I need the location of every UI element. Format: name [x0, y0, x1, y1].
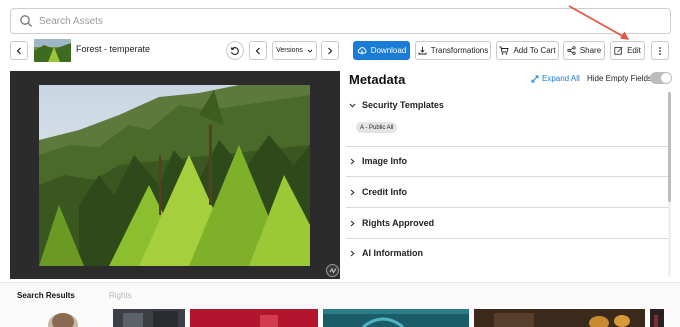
search-input[interactable] — [39, 15, 639, 27]
more-options-button[interactable] — [651, 41, 669, 60]
expand-all-link[interactable]: Expand All — [531, 74, 580, 83]
section-rights-approved[interactable]: Rights Approved — [349, 218, 668, 228]
add-to-cart-button[interactable]: Add To Cart — [496, 41, 559, 60]
asset-title: Forest - temperate — [76, 44, 151, 54]
versions-dropdown[interactable]: Versions — [272, 41, 317, 60]
toggle-knob — [661, 73, 671, 83]
section-security-templates[interactable]: Security Templates — [349, 100, 668, 110]
section-credit-info[interactable]: Credit Info — [349, 187, 668, 197]
chevron-right-icon — [328, 47, 333, 54]
history-icon — [230, 46, 239, 55]
ai-badge-icon[interactable] — [326, 264, 339, 277]
divider — [346, 238, 668, 239]
cloud-download-icon — [357, 47, 367, 55]
cart-icon — [499, 46, 510, 55]
divider — [346, 207, 668, 208]
edit-icon — [614, 47, 623, 55]
chevron-right-icon — [350, 220, 355, 226]
asset-preview — [10, 71, 340, 279]
section-label: Credit Info — [362, 187, 407, 197]
chevron-down-icon — [307, 49, 313, 53]
download-icon — [418, 47, 427, 55]
add-to-cart-label: Add To Cart — [513, 46, 556, 55]
section-label: Rights Approved — [362, 218, 435, 228]
asset-thumbnail — [34, 39, 71, 62]
section-label: Image Info — [362, 156, 408, 166]
chevron-right-icon — [350, 189, 355, 195]
chevron-left-icon — [16, 47, 21, 54]
hide-empty-fields-toggle[interactable] — [650, 72, 672, 84]
result-thumbnail[interactable] — [650, 309, 664, 327]
result-thumbnail[interactable] — [113, 309, 185, 327]
result-thumbnail[interactable] — [323, 309, 469, 327]
result-thumbnail[interactable] — [38, 309, 88, 327]
transformations-label: Transformations — [430, 46, 489, 55]
chevron-left-icon — [255, 47, 260, 54]
tab-rights[interactable]: Rights — [109, 291, 132, 300]
history-button[interactable] — [226, 41, 244, 60]
more-vertical-icon — [659, 46, 661, 55]
result-thumbnail[interactable] — [474, 309, 645, 327]
metadata-title: Metadata — [349, 72, 406, 87]
annotation-arrow-icon — [568, 5, 629, 40]
previous-version-button[interactable] — [249, 41, 267, 60]
section-label: AI Information — [362, 248, 423, 258]
chevron-down-icon — [349, 103, 356, 108]
section-image-info[interactable]: Image Info — [349, 156, 668, 166]
divider — [346, 146, 668, 147]
share-icon — [567, 46, 576, 55]
hide-empty-fields-label: Hide Empty Fields — [587, 74, 652, 83]
back-button[interactable] — [10, 41, 28, 60]
section-label: Security Templates — [362, 100, 444, 110]
transformations-button[interactable]: Transformations — [415, 41, 491, 60]
tab-search-results[interactable]: Search Results — [17, 291, 75, 300]
metadata-scrollbar-thumb[interactable] — [668, 92, 671, 202]
expand-icon — [531, 75, 539, 82]
chevron-right-icon — [350, 250, 355, 256]
expand-all-label: Expand All — [542, 74, 580, 83]
divider — [346, 176, 668, 177]
result-thumbnail[interactable] — [190, 309, 318, 327]
next-version-button[interactable] — [321, 41, 339, 60]
security-template-chip: A - Public All — [356, 122, 398, 133]
asset-image — [39, 85, 310, 266]
share-label: Share — [579, 46, 602, 55]
versions-label: Versions — [276, 47, 303, 54]
edit-label: Edit — [627, 46, 641, 55]
download-button[interactable]: Download — [353, 41, 410, 60]
download-label: Download — [370, 46, 407, 55]
search-icon — [19, 14, 33, 28]
chevron-right-icon — [350, 158, 355, 164]
section-ai-information[interactable]: AI Information — [349, 248, 668, 258]
